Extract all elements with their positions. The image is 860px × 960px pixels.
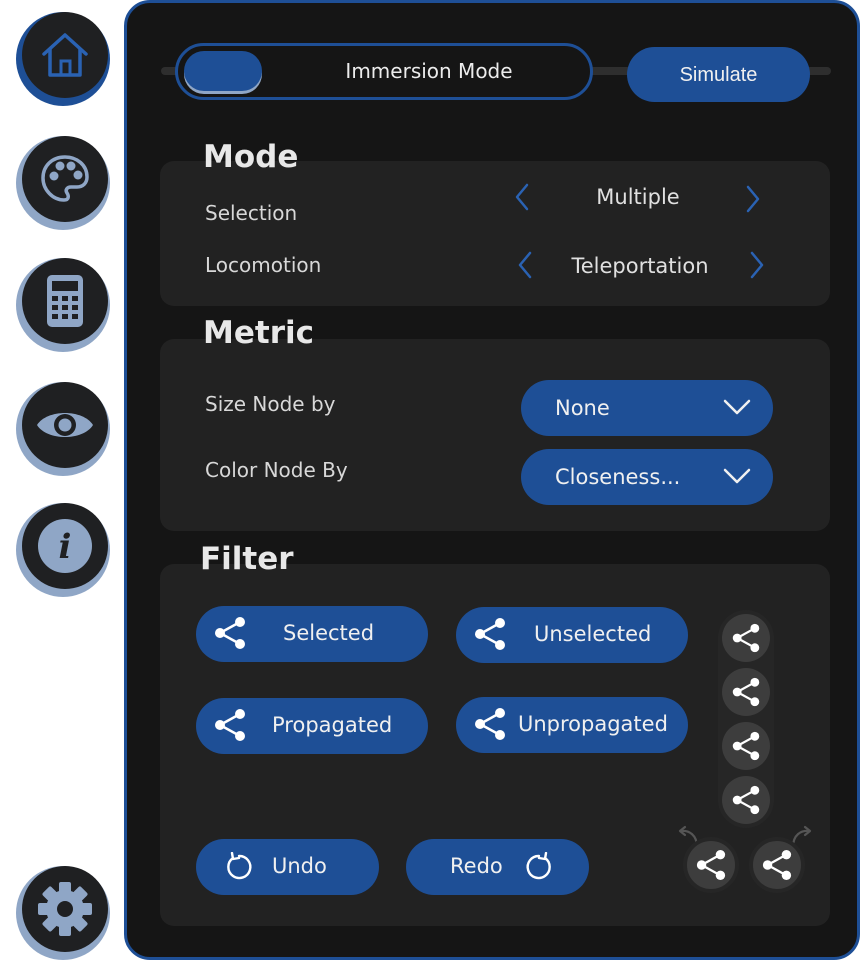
undo-label: Undo [272, 854, 327, 878]
share-icon [215, 617, 245, 649]
rail-settings-button[interactable] [16, 866, 110, 960]
main-panel: Immersion Mode Simulate Mode Selection M… [124, 0, 860, 960]
selection-next-chevron-right-icon[interactable] [745, 185, 761, 213]
immersion-mode-toggle[interactable]: Immersion Mode [175, 43, 593, 100]
rail-calculator-button[interactable] [16, 258, 110, 352]
share-icon [475, 618, 505, 650]
chevron-down-icon [723, 399, 751, 415]
gear-icon [38, 882, 92, 936]
share-icon [762, 849, 792, 881]
color-node-value: Closeness... [555, 465, 681, 489]
rail-info-button[interactable]: i [16, 503, 110, 597]
filter-selected-button[interactable]: Selected [196, 606, 428, 662]
redo-icon [526, 852, 551, 880]
metric-title: Metric [203, 315, 314, 351]
info-icon: i [38, 519, 92, 573]
redo-button[interactable]: Redo [406, 839, 589, 895]
share-icon [696, 849, 726, 881]
filter-title: Filter [200, 541, 294, 577]
immersion-mode-label: Immersion Mode [345, 59, 513, 83]
share-icon [732, 677, 760, 707]
share-icon [732, 785, 760, 815]
undo-button[interactable]: Undo [196, 839, 379, 895]
color-node-dropdown[interactable]: Closeness... [521, 449, 773, 505]
simulate-button[interactable]: Simulate [627, 47, 810, 102]
filter-unpropagated-button[interactable]: Unpropagated [456, 697, 688, 753]
rail-home-button[interactable] [16, 12, 110, 106]
share-icon [215, 709, 245, 741]
calculator-icon [47, 275, 83, 327]
chevron-down-icon [723, 468, 751, 484]
history-item[interactable] [722, 722, 770, 770]
history-item[interactable] [722, 614, 770, 662]
history-undo-round-button[interactable] [683, 837, 739, 893]
locomotion-prev-chevron-left-icon[interactable] [517, 251, 533, 279]
rail-palette-button[interactable] [16, 136, 110, 230]
size-node-dropdown[interactable]: None [521, 380, 773, 436]
locomotion-value: Teleportation [571, 254, 709, 278]
redo-label: Redo [450, 854, 503, 878]
selection-prev-chevron-left-icon[interactable] [514, 183, 530, 211]
share-icon [732, 623, 760, 653]
eye-icon [37, 413, 93, 437]
locomotion-label: Locomotion [205, 253, 322, 277]
color-node-label: Color Node By [205, 458, 348, 482]
share-icon [732, 731, 760, 761]
history-item[interactable] [722, 776, 770, 824]
mode-card [160, 161, 830, 306]
history-item[interactable] [722, 668, 770, 716]
undo-icon [227, 852, 252, 880]
toggle-knob[interactable] [184, 51, 262, 91]
svg-text:i: i [59, 527, 72, 567]
selection-label: Selection [205, 201, 298, 225]
palette-icon [41, 155, 89, 202]
home-icon [42, 33, 88, 77]
history-redo-round-button[interactable] [749, 837, 805, 893]
filter-unselected-label: Unselected [534, 622, 652, 646]
filter-unpropagated-label: Unpropagated [518, 712, 668, 736]
filter-selected-label: Selected [283, 621, 375, 645]
rail-eye-button[interactable] [16, 382, 110, 476]
size-node-value: None [555, 396, 610, 420]
size-node-label: Size Node by [205, 392, 336, 416]
mode-title: Mode [203, 139, 299, 175]
share-icon [475, 708, 505, 740]
selection-value: Multiple [596, 185, 680, 209]
filter-unselected-button[interactable]: Unselected [456, 607, 688, 663]
filter-propagated-button[interactable]: Propagated [196, 698, 428, 754]
locomotion-next-chevron-right-icon[interactable] [749, 251, 765, 279]
filter-propagated-label: Propagated [272, 713, 393, 737]
